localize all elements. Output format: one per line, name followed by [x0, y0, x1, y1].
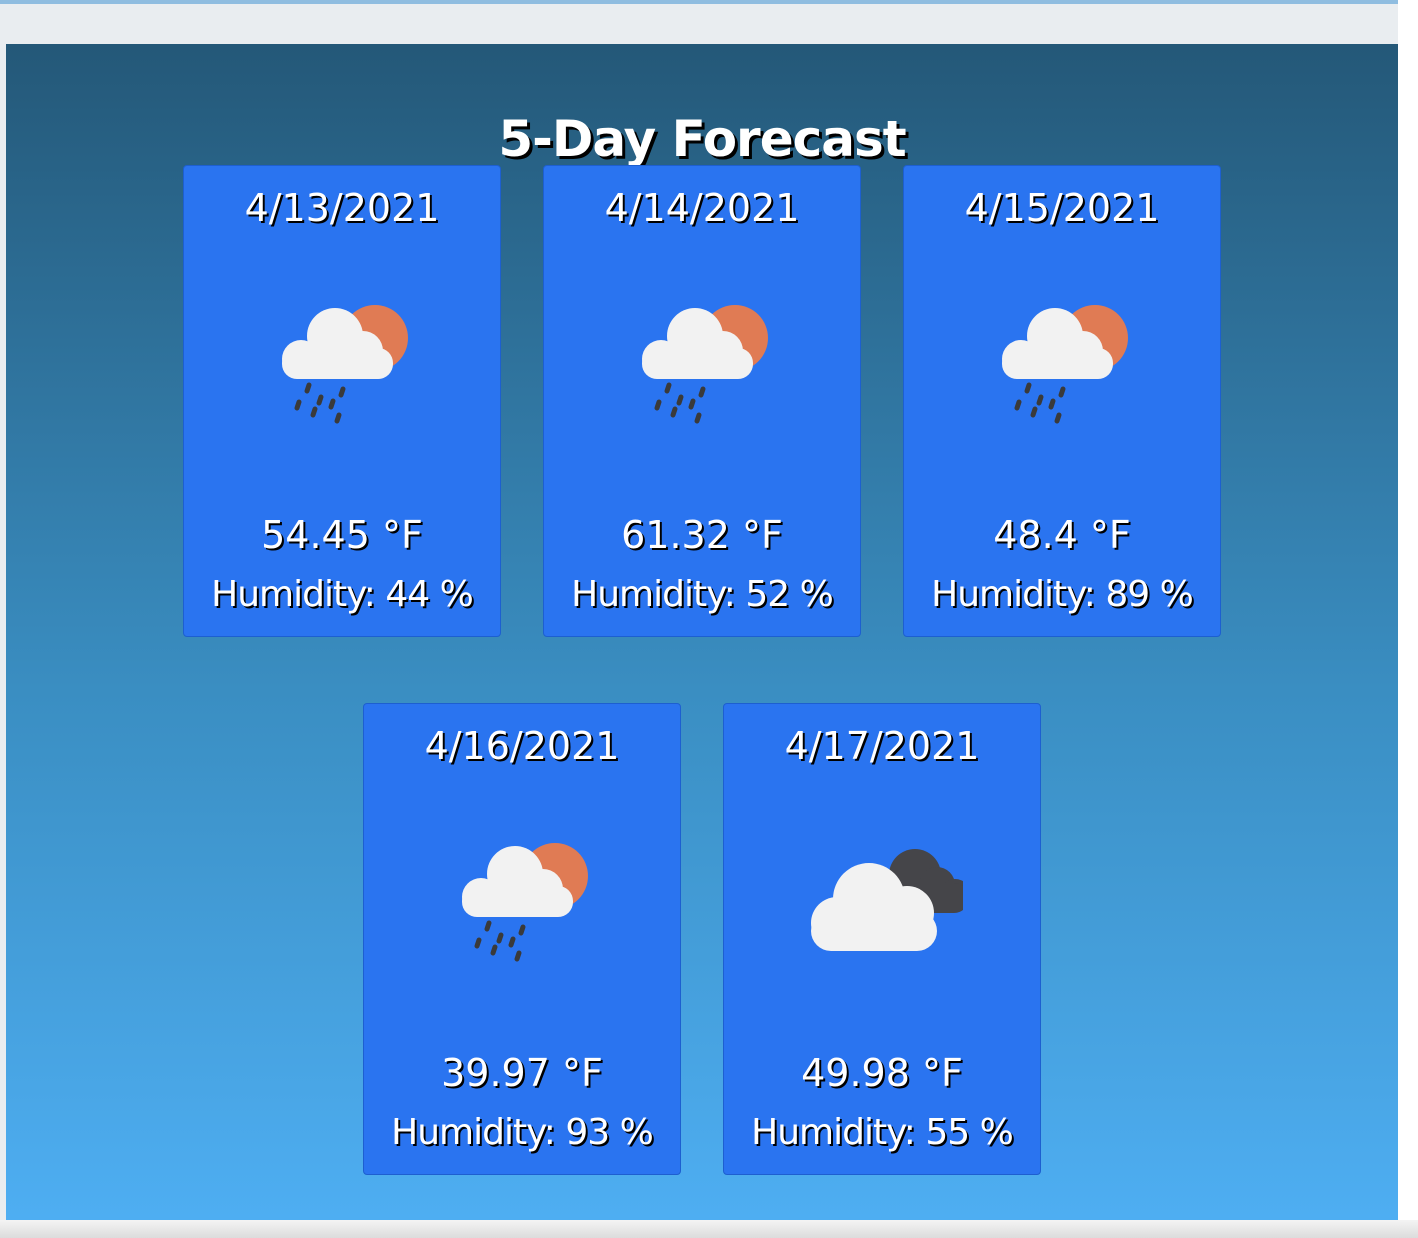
forecast-temperature: 49.98 °F [801, 1051, 963, 1095]
broken-clouds-icon [811, 849, 963, 951]
forecast-card-4: 4/16/2021 39.97 °F Humidity: 93 % [363, 703, 681, 1175]
forecast-temperature: 39.97 °F [441, 1051, 603, 1095]
forecast-humidity: Humidity: 55 % [751, 1112, 1014, 1153]
forecast-humidity: Humidity: 93 % [391, 1112, 654, 1153]
page-margin [1398, 0, 1418, 1238]
forecast-date: 4/14/2021 [604, 186, 800, 230]
forecast-card-2: 4/14/2021 61.32 °F Humidity: 52 % [543, 165, 861, 637]
rain-sun-icon [1002, 305, 1128, 424]
forecast-humidity: Humidity: 89 % [931, 574, 1194, 615]
forecast-humidity: Humidity: 52 % [571, 574, 834, 615]
forecast-card-5: 4/17/2021 49.98 °F Humidity: 55 % [723, 703, 1041, 1175]
forecast-date: 4/17/2021 [784, 724, 980, 768]
forecast-temperature: 48.4 °F [993, 513, 1131, 557]
forecast-card-1: 4/13/2021 54.45 °F Humidity: 44 % [183, 165, 501, 637]
forecast-date: 4/16/2021 [424, 724, 620, 768]
forecast-section: 5-Day Forecast 4/13/2021 54.45 °F Humidi [6, 44, 1398, 1220]
forecast-humidity: Humidity: 44 % [211, 574, 474, 615]
forecast-card-3: 4/15/2021 48.4 °F Humidity: 89 % [903, 165, 1221, 637]
page-bottom-shadow [0, 1220, 1418, 1238]
forecast-temperature: 54.45 °F [261, 513, 423, 557]
top-divider [0, 0, 1398, 4]
rain-sun-icon [462, 843, 588, 962]
rain-sun-icon [282, 305, 408, 424]
forecast-temperature: 61.32 °F [621, 513, 783, 557]
forecast-date: 4/15/2021 [964, 186, 1160, 230]
forecast-title: 5-Day Forecast [498, 110, 906, 168]
rain-sun-icon [642, 305, 768, 424]
forecast-date: 4/13/2021 [244, 186, 440, 230]
